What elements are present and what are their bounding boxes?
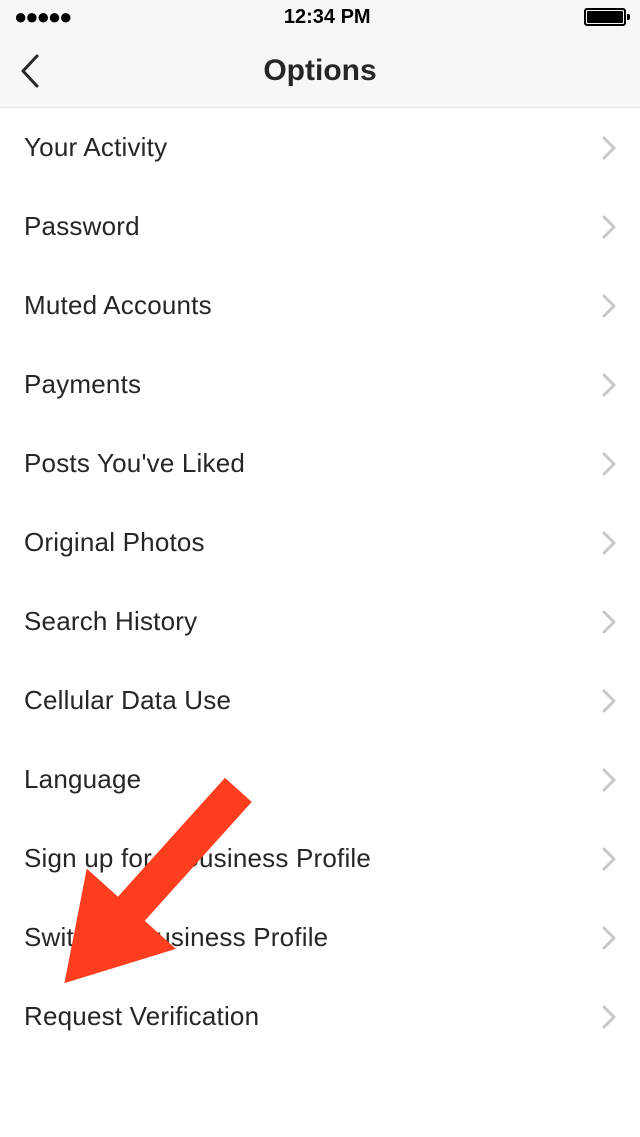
back-chevron-icon — [20, 54, 40, 88]
chevron-right-icon — [602, 294, 616, 318]
page-title: Options — [263, 54, 376, 88]
option-search-history[interactable]: Search History — [0, 582, 640, 661]
chevron-right-icon — [602, 531, 616, 555]
chevron-right-icon — [602, 215, 616, 239]
option-your-activity[interactable]: Your Activity — [0, 108, 640, 187]
option-switch-business-profile[interactable]: Switch to Business Profile — [0, 898, 640, 977]
option-label: Request Verification — [24, 1001, 259, 1032]
option-label: Original Photos — [24, 527, 205, 558]
chevron-right-icon — [602, 768, 616, 792]
option-cellular-data-use[interactable]: Cellular Data Use — [0, 661, 640, 740]
status-time: 12:34 PM — [284, 6, 371, 29]
chevron-right-icon — [602, 689, 616, 713]
option-request-verification[interactable]: Request Verification — [0, 977, 640, 1056]
option-label: Payments — [24, 369, 141, 400]
option-password[interactable]: Password — [0, 187, 640, 266]
options-list: Your Activity Password Muted Accounts Pa… — [0, 108, 640, 1056]
chevron-right-icon — [602, 610, 616, 634]
option-payments[interactable]: Payments — [0, 345, 640, 424]
chevron-right-icon — [602, 1005, 616, 1029]
chevron-right-icon — [602, 847, 616, 871]
signal-indicator: ●●●●● — [14, 6, 70, 28]
option-original-photos[interactable]: Original Photos — [0, 503, 640, 582]
chevron-right-icon — [602, 926, 616, 950]
option-label: Password — [24, 211, 140, 242]
option-sign-up-business-profile[interactable]: Sign up for a Business Profile — [0, 819, 640, 898]
option-label: Your Activity — [24, 132, 167, 163]
option-label: Cellular Data Use — [24, 685, 231, 716]
navigation-bar: Options — [0, 34, 640, 108]
battery-indicator — [584, 8, 626, 26]
option-posts-youve-liked[interactable]: Posts You've Liked — [0, 424, 640, 503]
option-label: Search History — [24, 606, 197, 637]
option-label: Posts You've Liked — [24, 448, 245, 479]
option-label: Sign up for a Business Profile — [24, 843, 371, 874]
option-muted-accounts[interactable]: Muted Accounts — [0, 266, 640, 345]
option-language[interactable]: Language — [0, 740, 640, 819]
chevron-right-icon — [602, 452, 616, 476]
chevron-right-icon — [602, 136, 616, 160]
back-button[interactable] — [8, 49, 52, 93]
option-label: Muted Accounts — [24, 290, 212, 321]
chevron-right-icon — [602, 373, 616, 397]
option-label: Language — [24, 764, 141, 795]
status-bar: ●●●●● 12:34 PM — [0, 0, 640, 34]
option-label: Switch to Business Profile — [24, 922, 328, 953]
